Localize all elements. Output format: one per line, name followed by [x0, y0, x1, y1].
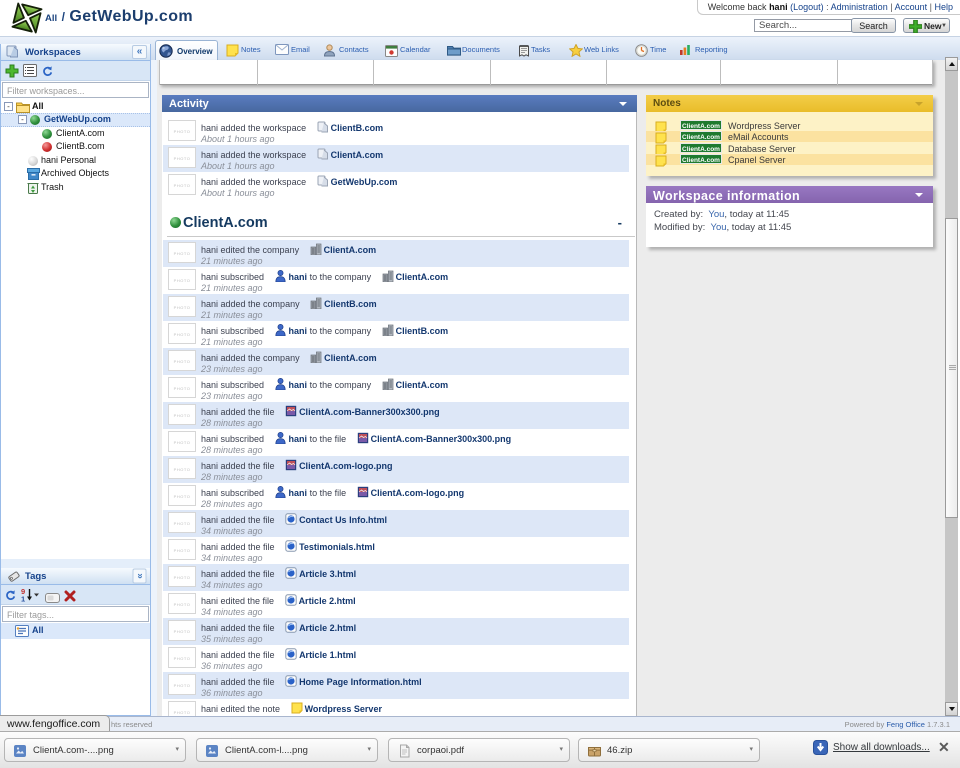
svg-text:1: 1 [21, 595, 25, 603]
